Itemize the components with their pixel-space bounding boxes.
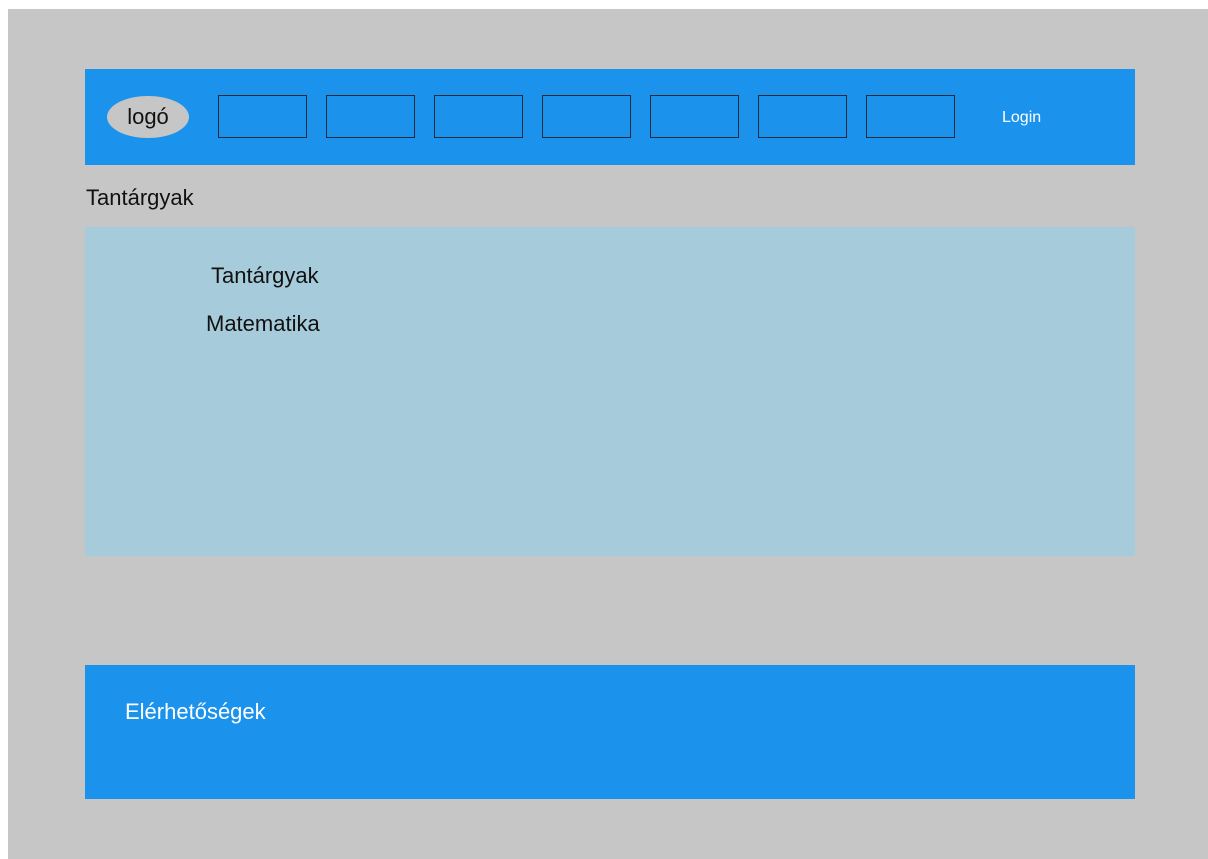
nav-item-6[interactable] xyxy=(758,95,847,138)
nav-item-2[interactable] xyxy=(326,95,415,138)
page-title: Tantárgyak xyxy=(86,185,194,210)
nav-item-1[interactable] xyxy=(218,95,307,138)
subjects-heading: Tantárgyak xyxy=(211,263,319,288)
contact-link[interactable]: Elérhetőségek xyxy=(125,698,266,726)
site-footer: Elérhetőségek xyxy=(85,665,1135,799)
login-link[interactable]: Login xyxy=(1002,108,1041,128)
logo[interactable]: logó xyxy=(107,96,189,138)
subjects-panel: Tantárgyak Matematika xyxy=(85,227,1135,556)
nav-item-3[interactable] xyxy=(434,95,523,138)
site-header: logó Login xyxy=(85,69,1135,165)
subject-item-matematika[interactable]: Matematika xyxy=(206,310,320,338)
nav-item-4[interactable] xyxy=(542,95,631,138)
nav-item-5[interactable] xyxy=(650,95,739,138)
nav-item-7[interactable] xyxy=(866,95,955,138)
